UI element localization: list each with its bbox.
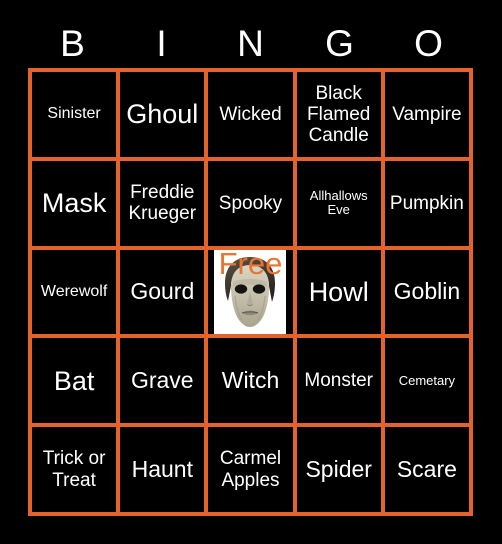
- bingo-cell[interactable]: Cemetary: [384, 338, 469, 424]
- bingo-cell-free[interactable]: Free: [208, 249, 293, 335]
- bingo-cell-label: Gourd: [130, 278, 195, 305]
- bingo-cell-label: Mask: [41, 188, 107, 219]
- bingo-grid: Sinister Ghoul Wicked Black Flamed Candle Va…: [28, 68, 473, 516]
- bingo-cell-label: Vampire: [392, 103, 462, 125]
- bingo-cell[interactable]: Gourd: [120, 249, 205, 335]
- bingo-cell[interactable]: Allhallows Eve: [296, 160, 381, 246]
- bingo-cell[interactable]: Wicked: [208, 72, 293, 157]
- bingo-cell[interactable]: Witch: [208, 338, 293, 424]
- bingo-cell-label: Black Flamed Candle: [307, 82, 371, 147]
- bingo-cell-label: Werewolf: [40, 283, 108, 301]
- bingo-cell-label: Trick or Treat: [42, 448, 106, 491]
- bingo-cell[interactable]: Goblin: [384, 249, 469, 335]
- bingo-cell[interactable]: Monster: [296, 338, 381, 424]
- bingo-cell-label: Scare: [396, 455, 457, 482]
- bingo-cell-label: Allhallows Eve: [309, 187, 368, 218]
- bingo-cell-label: Cemetary: [398, 372, 456, 388]
- header-letter-o: O: [414, 22, 443, 64]
- bingo-cell-label: Goblin: [393, 278, 461, 305]
- bingo-cell-label: Howl: [308, 276, 369, 307]
- bingo-cell[interactable]: Ghoul: [120, 72, 205, 157]
- bingo-cell-label: Carmel Apples: [219, 448, 282, 491]
- header-letter-i: I: [156, 22, 167, 64]
- bingo-cell-label: Haunt: [131, 455, 193, 482]
- bingo-cell[interactable]: Mask: [32, 160, 117, 246]
- bingo-cell-label: Witch: [221, 366, 280, 393]
- header-letter-b: B: [60, 22, 85, 64]
- bingo-cell[interactable]: Grave: [120, 338, 205, 424]
- bingo-cell[interactable]: Pumpkin: [384, 160, 469, 246]
- header-letter-n: N: [237, 22, 264, 64]
- bingo-cell-label: Wicked: [219, 103, 282, 125]
- free-space-label: Free: [218, 249, 283, 281]
- bingo-cell[interactable]: Haunt: [120, 427, 205, 512]
- bingo-cell[interactable]: Scare: [384, 427, 469, 512]
- bingo-cell[interactable]: Carmel Apples: [208, 427, 293, 512]
- bingo-cell[interactable]: Werewolf: [32, 249, 117, 335]
- bingo-cell[interactable]: Howl: [296, 249, 381, 335]
- bingo-cell[interactable]: Bat: [32, 338, 117, 424]
- bingo-cell[interactable]: Spooky: [208, 160, 293, 246]
- bingo-cell[interactable]: Sinister: [32, 72, 117, 157]
- bingo-cell-label: Pumpkin: [389, 192, 464, 214]
- bingo-card: B I N G O Sinister Ghoul Wicked Black Flame…: [0, 0, 502, 544]
- bingo-cell[interactable]: Trick or Treat: [32, 427, 117, 512]
- bingo-cell-label: Spooky: [218, 192, 283, 214]
- free-space-image: Free: [214, 249, 287, 335]
- bingo-cell-label: Sinister: [47, 105, 101, 123]
- bingo-header: B I N G O: [28, 20, 473, 66]
- bingo-cell-label: Bat: [53, 365, 95, 396]
- header-letter-g: G: [325, 22, 354, 64]
- bingo-cell[interactable]: Black Flamed Candle: [296, 72, 381, 157]
- bingo-cell-label: Freddie Krueger: [128, 181, 197, 225]
- bingo-cell-label: Ghoul: [126, 99, 199, 130]
- bingo-cell[interactable]: Freddie Krueger: [120, 160, 205, 246]
- bingo-cell-label: Grave: [130, 366, 194, 393]
- bingo-cell[interactable]: Vampire: [384, 72, 469, 157]
- bingo-cell-label: Spider: [305, 455, 372, 482]
- bingo-cell-label: Monster: [304, 370, 374, 392]
- bingo-cell[interactable]: Spider: [296, 427, 381, 512]
